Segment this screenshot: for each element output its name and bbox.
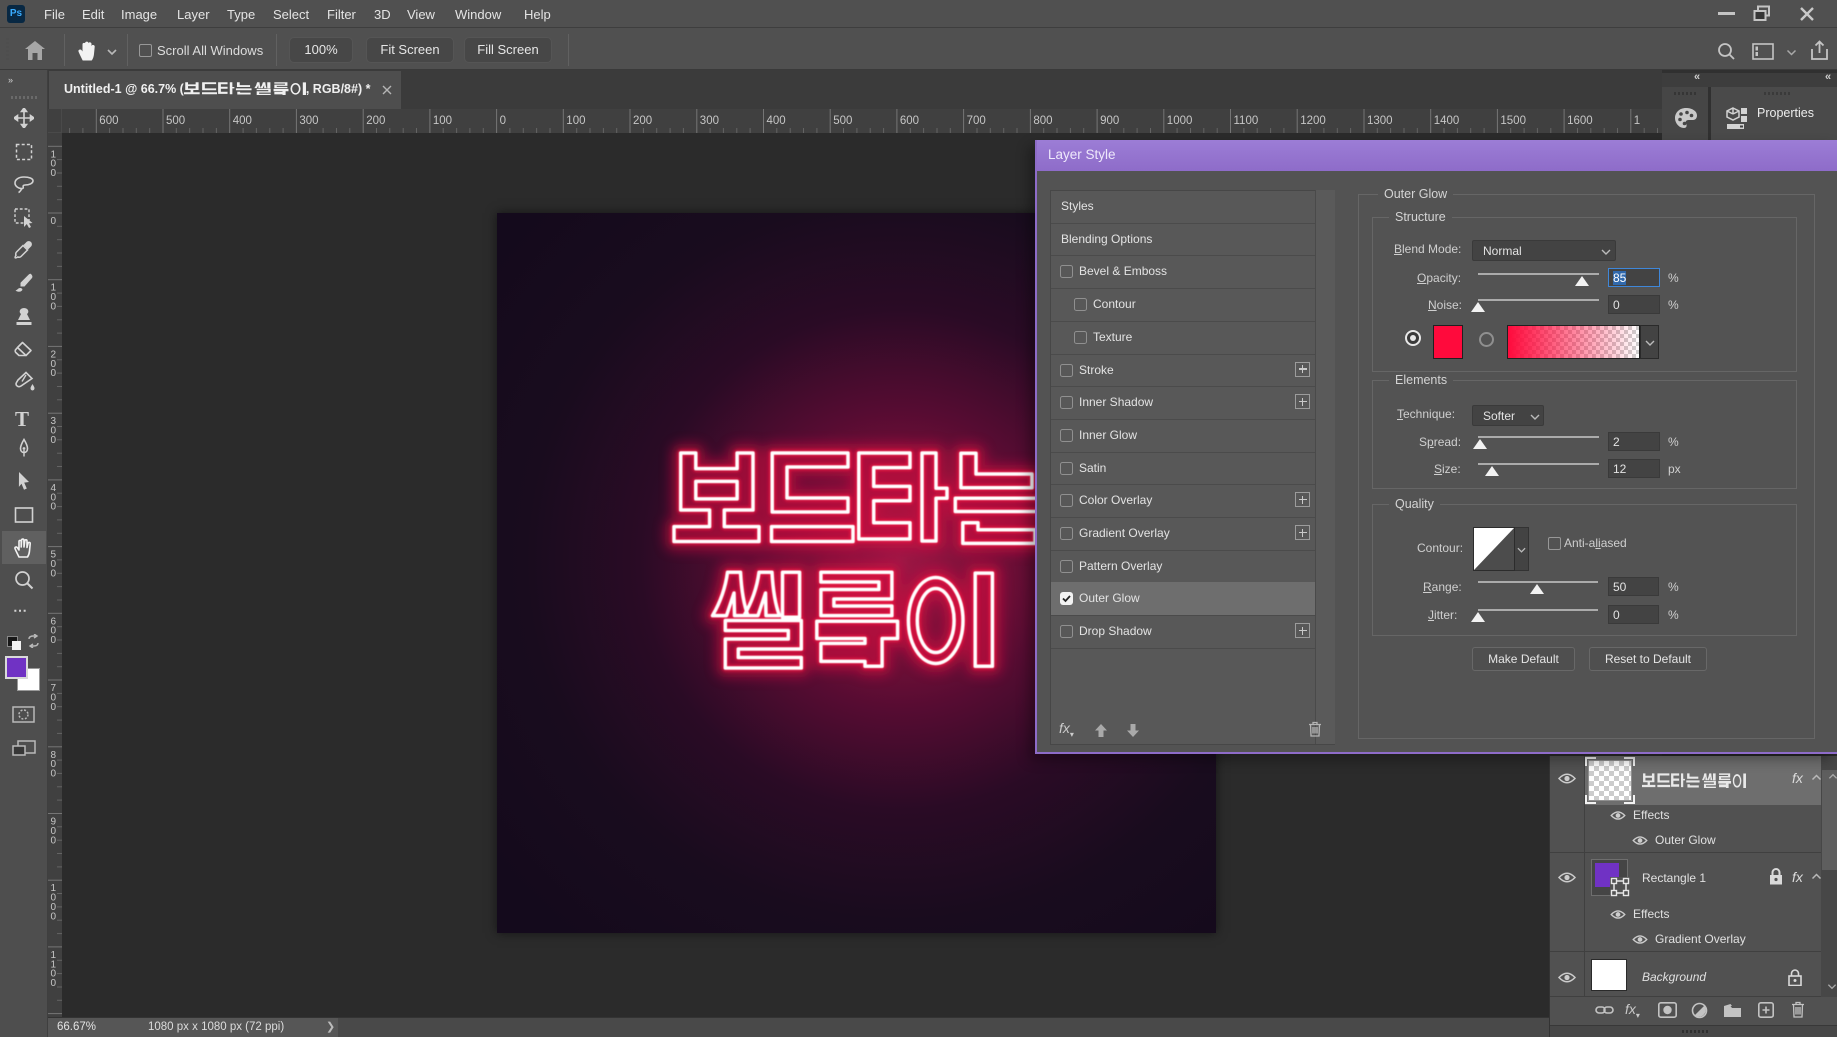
svg-text:600: 600 [900, 115, 919, 127]
svg-text:1300: 1300 [1367, 115, 1393, 127]
svg-text:500: 500 [833, 115, 852, 127]
svg-text:1100: 1100 [1234, 115, 1259, 127]
svg-text:1600: 1600 [1567, 115, 1593, 127]
svg-text:500: 500 [166, 115, 185, 127]
svg-text:1200: 1200 [1300, 115, 1326, 127]
svg-text:200: 200 [633, 115, 652, 127]
svg-text:0: 0 [51, 216, 57, 227]
svg-text:600: 600 [99, 115, 118, 127]
svg-text:0: 0 [51, 302, 57, 313]
svg-text:300: 300 [700, 115, 719, 127]
svg-text:1500: 1500 [1500, 115, 1526, 127]
svg-text:0: 0 [51, 568, 57, 579]
svg-text:1400: 1400 [1434, 115, 1460, 127]
svg-text:0: 0 [51, 769, 57, 780]
svg-text:0: 0 [51, 168, 57, 179]
svg-text:100: 100 [433, 115, 452, 127]
svg-text:200: 200 [366, 115, 385, 127]
svg-text:0: 0 [51, 835, 57, 846]
svg-text:0: 0 [51, 368, 57, 379]
svg-text:1000: 1000 [1167, 115, 1193, 127]
svg-text:300: 300 [299, 115, 318, 127]
svg-text:0: 0 [51, 435, 57, 446]
svg-text:0: 0 [51, 978, 57, 989]
svg-text:700: 700 [967, 115, 986, 127]
svg-text:100: 100 [566, 115, 585, 127]
svg-text:1: 1 [1634, 115, 1640, 127]
svg-text:0: 0 [500, 115, 506, 127]
svg-text:900: 900 [1100, 115, 1119, 127]
svg-text:400: 400 [233, 115, 252, 127]
svg-text:0: 0 [51, 635, 57, 646]
svg-text:0: 0 [51, 702, 57, 713]
svg-text:400: 400 [767, 115, 786, 127]
svg-text:0: 0 [51, 911, 57, 922]
svg-text:0: 0 [51, 502, 57, 513]
svg-text:800: 800 [1033, 115, 1052, 127]
